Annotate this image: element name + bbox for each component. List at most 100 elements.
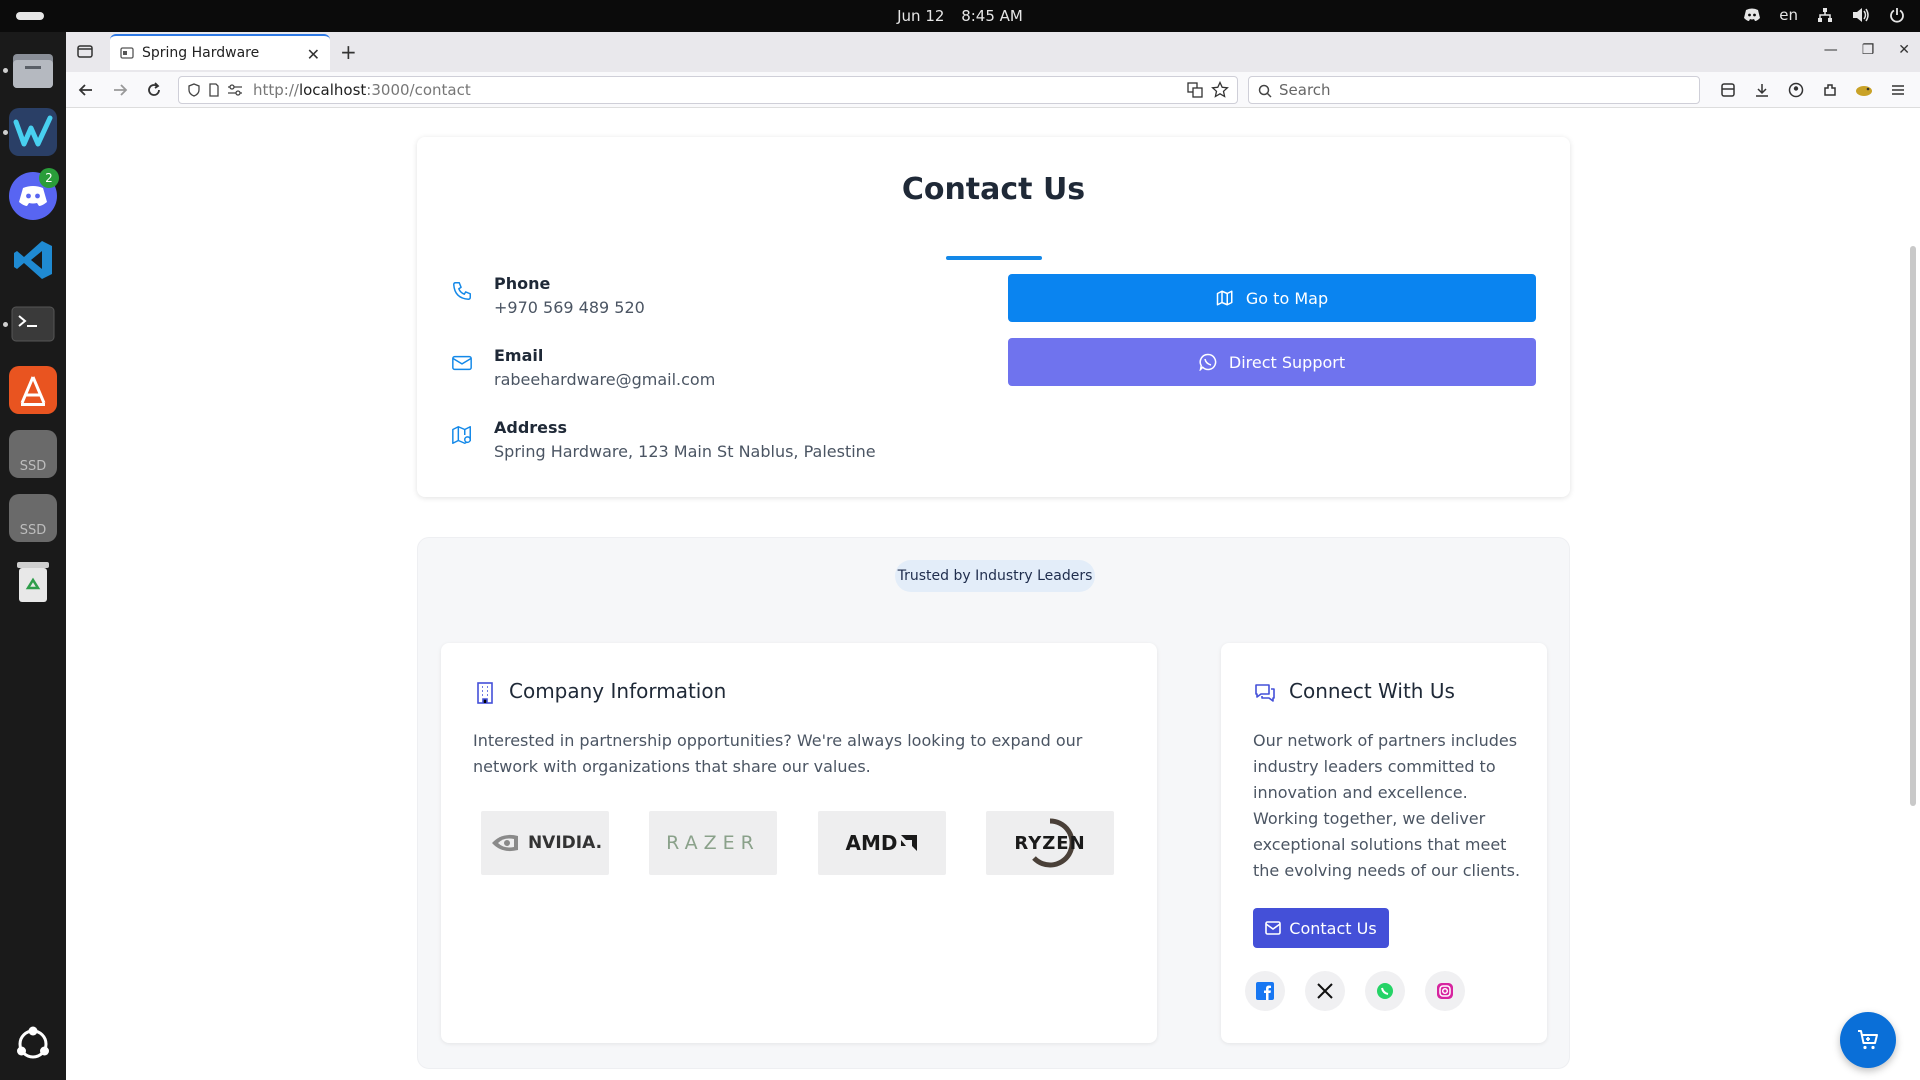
menu-icon[interactable] (1888, 80, 1908, 100)
browser-toolbar-right (1718, 80, 1908, 100)
amd-logo-text: AMD (845, 831, 898, 855)
system-top-bar: Jun 12 8:45 AM en (0, 0, 1920, 32)
url-host: localhost (298, 81, 367, 99)
go-to-map-label: Go to Map (1245, 288, 1329, 308)
mail-icon (1265, 921, 1282, 935)
phone-label: Phone (494, 274, 551, 293)
mail-icon (452, 355, 472, 371)
partners-section: Trusted by Industry Leaders Company Info… (417, 537, 1570, 1069)
dock: 2 SSD SSD (0, 32, 66, 1080)
windsurf-app-icon[interactable] (9, 108, 57, 156)
url-path: :3000/contact (366, 81, 471, 99)
connect-with-us-text: Our network of partners includes industr… (1253, 731, 1521, 880)
close-tab-icon[interactable]: ✕ (307, 45, 320, 64)
reload-icon[interactable] (144, 80, 164, 100)
web-page: Contact Us Phone +970 569 489 520 Email … (66, 108, 1920, 1080)
ssd-label: SSD (19, 523, 47, 538)
amd-logo: AMD (818, 811, 946, 875)
building-icon (477, 682, 493, 704)
trash-icon[interactable] (9, 558, 57, 606)
ryzen-logo: RYZEN (986, 811, 1114, 875)
running-indicator (3, 322, 8, 327)
tab-title: Spring Hardware (142, 45, 260, 61)
minimize-icon[interactable]: — (1824, 42, 1838, 58)
extension-chameleon-icon[interactable] (1854, 80, 1874, 100)
whatsapp-icon[interactable] (1365, 971, 1405, 1011)
close-window-icon[interactable]: ✕ (1898, 42, 1910, 58)
date-label: Jun 12 (897, 7, 945, 25)
forward-icon[interactable] (110, 80, 130, 100)
email-value[interactable]: rabeehardware@gmail.com (494, 370, 715, 389)
ryzen-logo-text: RYZEN (1014, 832, 1086, 854)
facebook-icon[interactable] (1245, 971, 1285, 1011)
ssd-drive-icon[interactable]: SSD (9, 430, 57, 478)
clock[interactable]: Jun 12 8:45 AM (0, 7, 1920, 25)
search-input[interactable]: Search (1248, 76, 1700, 104)
x-icon[interactable] (1305, 971, 1345, 1011)
network-icon[interactable] (1816, 6, 1834, 24)
url-text: http://localhost:3000/contact (253, 81, 471, 99)
trusted-badge: Trusted by Industry Leaders (895, 560, 1095, 592)
email-label: Email (494, 346, 544, 365)
files-app-icon[interactable] (9, 46, 57, 94)
vscode-app-icon[interactable] (9, 236, 57, 284)
contact-us-label: Contact Us (1289, 918, 1377, 938)
ssd-label: SSD (19, 459, 47, 474)
company-information-card: Company Information Interested in partne… (441, 643, 1157, 1043)
cart-button[interactable] (1840, 1012, 1896, 1068)
bookmark-star-icon[interactable] (1211, 80, 1229, 103)
connect-with-us-card: Connect With Us Our network of partners … (1221, 643, 1547, 1043)
notification-badge: 2 (39, 168, 59, 188)
downloads-icon[interactable] (1752, 80, 1772, 100)
ssd-drive-icon[interactable]: SSD (9, 494, 57, 542)
phone-icon (453, 282, 471, 300)
volume-icon[interactable] (1852, 6, 1870, 24)
connect-with-us-title: Connect With Us (1289, 679, 1455, 703)
whatsapp-icon (1199, 353, 1217, 371)
pocket-icon[interactable] (1718, 80, 1738, 100)
company-information-text: Interested in partnership opportunities?… (473, 731, 1083, 776)
discord-tray-icon[interactable] (1743, 6, 1761, 24)
direct-support-label: Direct Support (1228, 352, 1346, 372)
contact-card: Contact Us Phone +970 569 489 520 Email … (417, 137, 1570, 497)
map-icon (1216, 290, 1233, 306)
permissions-icon[interactable] (227, 83, 243, 97)
power-icon[interactable] (1888, 6, 1906, 24)
contact-us-button[interactable]: Contact Us (1253, 908, 1389, 948)
search-icon (1258, 84, 1272, 98)
page-title: Contact Us (901, 172, 1086, 207)
tab-overview-icon[interactable] (76, 42, 94, 60)
account-icon[interactable] (1786, 80, 1806, 100)
razer-logo: RAZER (649, 811, 777, 875)
system-tray: en (1743, 6, 1906, 24)
browser-tab-bar: Spring Hardware ✕ + — ❐ ✕ (66, 32, 1920, 72)
extensions-icon[interactable] (1820, 80, 1840, 100)
chat-icon (1255, 684, 1275, 702)
discord-app-icon[interactable]: 2 (9, 168, 59, 220)
go-to-map-button[interactable]: Go to Map (1008, 274, 1536, 322)
instagram-icon[interactable] (1425, 971, 1465, 1011)
nvidia-logo-text: NVIDIA. (527, 833, 603, 853)
time-label: 8:45 AM (961, 7, 1023, 25)
page-favicon-icon (120, 47, 134, 59)
url-bar[interactable]: http://localhost:3000/contact (178, 76, 1238, 104)
shopping-cart-icon (1858, 1030, 1878, 1050)
page-info-icon[interactable] (207, 83, 221, 97)
terminal-app-icon[interactable] (9, 300, 57, 348)
title-underline (946, 256, 1042, 260)
address-value: Spring Hardware, 123 Main St Nablus, Pal… (494, 442, 876, 461)
direct-support-button[interactable]: Direct Support (1008, 338, 1536, 386)
tab-spring-hardware[interactable]: Spring Hardware ✕ (110, 34, 330, 70)
app-center-icon[interactable] (9, 366, 57, 414)
language-indicator[interactable]: en (1779, 6, 1798, 24)
window-controls: — ❐ ✕ (1824, 42, 1910, 58)
page-scrollbar[interactable] (1910, 246, 1916, 806)
url-prefix: http:// (253, 81, 299, 99)
phone-value[interactable]: +970 569 489 520 (494, 298, 645, 317)
new-tab-icon[interactable]: + (340, 40, 357, 64)
shield-icon[interactable] (187, 83, 201, 97)
restore-icon[interactable]: ❐ (1862, 42, 1875, 58)
back-icon[interactable] (76, 80, 96, 100)
translate-icon[interactable] (1187, 82, 1203, 102)
show-apps-icon[interactable] (9, 1020, 57, 1068)
